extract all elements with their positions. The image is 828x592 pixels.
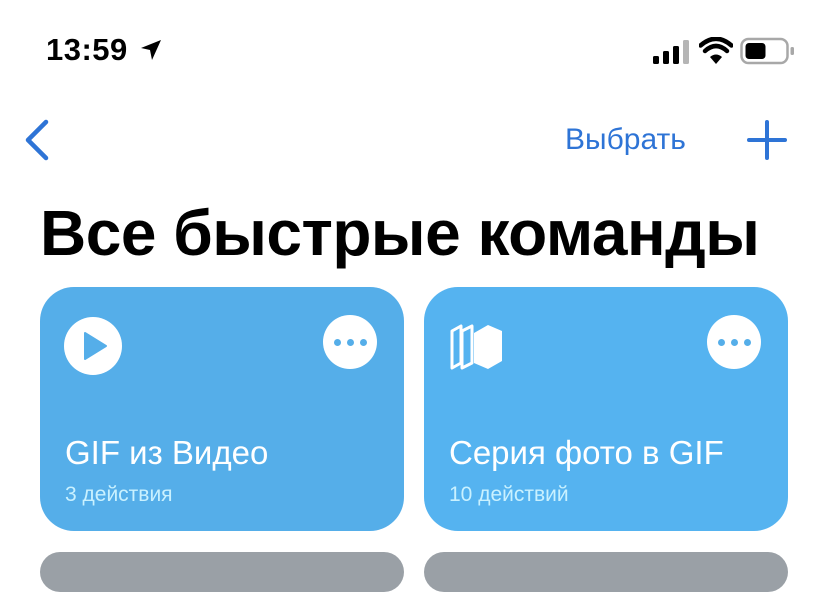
chevron-left-icon (25, 119, 49, 161)
shortcut-card[interactable]: Серия фото в GIF 10 действий (424, 287, 788, 531)
more-options-button[interactable] (707, 315, 761, 369)
shortcut-card[interactable]: GIF из Видео 3 действия (40, 287, 404, 531)
page-title: Все быстрые команды (40, 197, 760, 269)
select-button[interactable]: Выбрать (565, 120, 686, 160)
cellular-signal-icon (653, 40, 689, 64)
status-time: 13:59 (46, 32, 128, 67)
photo-stack-icon (450, 324, 502, 370)
play-circle-icon (64, 317, 122, 375)
ellipsis-icon (717, 338, 751, 346)
plus-icon (747, 120, 787, 160)
ellipsis-icon (333, 338, 367, 346)
shortcut-action-count: 10 действий (449, 483, 569, 506)
shortcut-card-partial[interactable] (40, 552, 404, 592)
battery-icon (740, 37, 794, 65)
back-button[interactable] (20, 118, 60, 164)
add-shortcut-button[interactable] (745, 118, 789, 162)
more-options-button[interactable] (323, 315, 377, 369)
shortcut-title: Серия фото в GIF (449, 434, 724, 471)
shortcut-title: GIF из Видео (65, 434, 269, 471)
location-arrow-icon (141, 40, 161, 60)
shortcut-card-partial[interactable] (424, 552, 788, 592)
wifi-icon (699, 37, 733, 64)
shortcut-action-count: 3 действия (65, 483, 173, 506)
